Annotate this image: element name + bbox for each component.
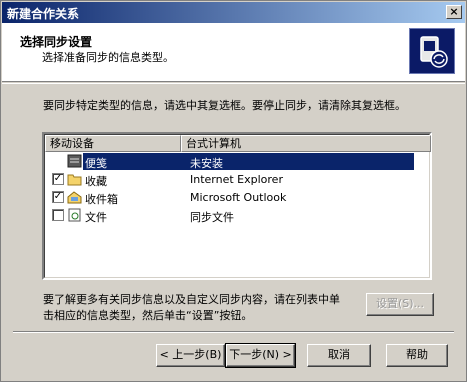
- sync-checkbox[interactable]: ✓: [52, 191, 64, 203]
- next-button[interactable]: 下一步(N) >: [225, 343, 296, 368]
- header-divider: [2, 83, 465, 84]
- column-header-desktop[interactable]: 台式计算机: [181, 135, 431, 152]
- list-item-app: 同步文件: [190, 211, 234, 224]
- list-item-app: Internet Explorer: [190, 173, 283, 186]
- help-text: 要了解更多有关同步信息以及自定义同步内容，请在列表中单击相应的信息类型，然后单击…: [43, 293, 340, 322]
- header-subtitle: 选择准备同步的信息类型。: [42, 51, 174, 64]
- list-item[interactable]: 文件 同步文件: [45, 207, 431, 224]
- list-item-name: 收藏: [85, 175, 107, 188]
- list-item[interactable]: ✓ 收藏 Internet Explorer: [45, 171, 431, 188]
- dialog-window: 新建合作关系 × 选择同步设置 选择准备同步的信息类型。 要同步特定类型的信息，…: [0, 0, 467, 382]
- title-bar[interactable]: 新建合作关系 ×: [2, 2, 465, 23]
- list-item-name: 文件: [85, 211, 107, 224]
- close-button[interactable]: ×: [446, 5, 462, 19]
- list-item-name: 收件箱: [85, 193, 118, 206]
- help-button[interactable]: 帮助: [386, 344, 448, 367]
- list-item[interactable]: 便笺 未安装: [45, 153, 431, 170]
- note-icon: [67, 154, 82, 168]
- column-header-device[interactable]: 移动设备: [45, 135, 181, 152]
- window-title: 新建合作关系: [7, 7, 80, 21]
- back-button[interactable]: < 上一步(B): [156, 344, 225, 367]
- list-item-app: 未安装: [190, 157, 223, 170]
- header-title: 选择同步设置: [20, 35, 93, 49]
- file-sync-icon: [67, 208, 82, 222]
- instruction-text: 要同步特定类型的信息，请选中其复选框。要停止同步，请清除其复选框。: [43, 99, 406, 112]
- footer-divider: [13, 331, 454, 333]
- settings-button[interactable]: 设置(S)...: [366, 293, 434, 316]
- list-item-app: Microsoft Outlook: [190, 191, 287, 204]
- list-item-name: 便笺: [85, 157, 107, 170]
- sync-checkbox[interactable]: [52, 209, 64, 221]
- sync-checkbox[interactable]: ✓: [52, 173, 64, 185]
- cancel-button[interactable]: 取消: [307, 344, 371, 367]
- inbox-icon: [67, 190, 82, 204]
- sync-device-icon: [409, 28, 455, 74]
- wizard-header: 选择同步设置 选择准备同步的信息类型。: [2, 23, 465, 82]
- sync-type-list[interactable]: 移动设备 台式计算机 便笺 未安装 ✓ 收藏 Internet Explorer: [42, 132, 432, 280]
- folder-icon: [67, 172, 82, 186]
- list-item[interactable]: ✓ 收件箱 Microsoft Outlook: [45, 189, 431, 206]
